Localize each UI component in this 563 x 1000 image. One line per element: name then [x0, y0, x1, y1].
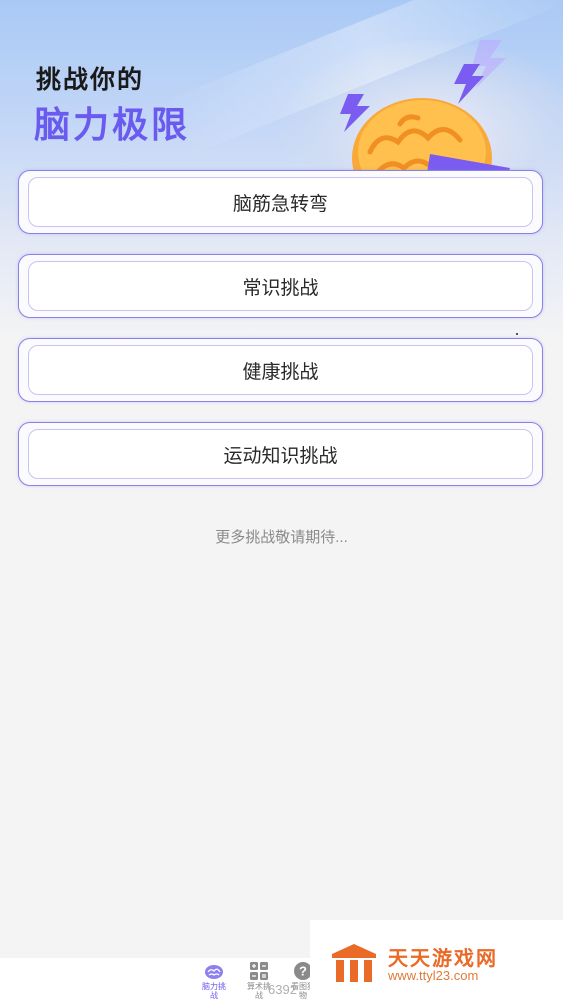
- tab-brain-challenge[interactable]: 脑力挑战: [199, 960, 229, 1000]
- challenge-card-label: 健康挑战: [28, 345, 533, 395]
- challenge-card-label: 脑筋急转弯: [28, 177, 533, 227]
- challenge-card-label: 常识挑战: [28, 261, 533, 311]
- calculator-icon: [250, 962, 268, 980]
- site-logo-icon: [332, 944, 376, 982]
- challenge-card-label: 运动知识挑战: [28, 429, 533, 479]
- hero-title: 挑战你的: [36, 66, 145, 94]
- challenge-card-brain-teaser[interactable]: 脑筋急转弯: [18, 170, 543, 234]
- tab-label: 脑力挑战: [202, 982, 226, 1000]
- brain-illustration-icon: [340, 40, 510, 180]
- brain-icon: [205, 965, 223, 979]
- more-coming-note: 更多挑战敬请期待...: [215, 529, 348, 546]
- hero-subtitle: 脑力极限: [34, 104, 191, 145]
- challenge-card-common-sense[interactable]: 常识挑战: [18, 254, 543, 318]
- svg-text:?: ?: [299, 964, 307, 979]
- watermark-url: www.ttyl23.com: [388, 968, 479, 983]
- challenge-card-sports[interactable]: 运动知识挑战: [18, 422, 543, 486]
- watermark: 天天游戏网 www.ttyl23.com: [310, 920, 563, 1000]
- stray-dot: [516, 333, 518, 335]
- watermark-name: 天天游戏网: [388, 948, 498, 970]
- watermark-fragment: 6392: [268, 982, 297, 997]
- challenge-card-health[interactable]: 健康挑战: [18, 338, 543, 402]
